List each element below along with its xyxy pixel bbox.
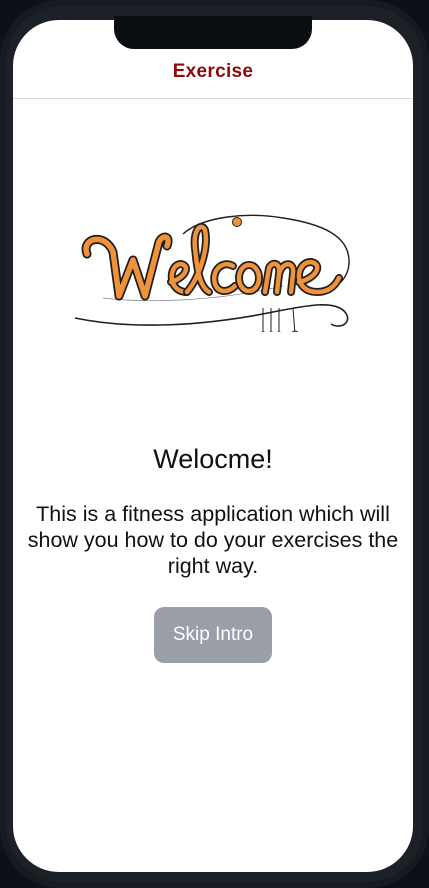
skip-intro-button[interactable]: Skip Intro [154, 607, 272, 663]
welcome-script-logo [74, 214, 350, 332]
device-notch [114, 16, 312, 49]
intro-description: This is a fitness application which will… [27, 502, 399, 578]
app-screen: Exercise Welocme! This is a fitness appl… [13, 20, 413, 872]
header-title: Exercise [172, 61, 254, 82]
welcome-heading: Welocme! [153, 444, 273, 474]
